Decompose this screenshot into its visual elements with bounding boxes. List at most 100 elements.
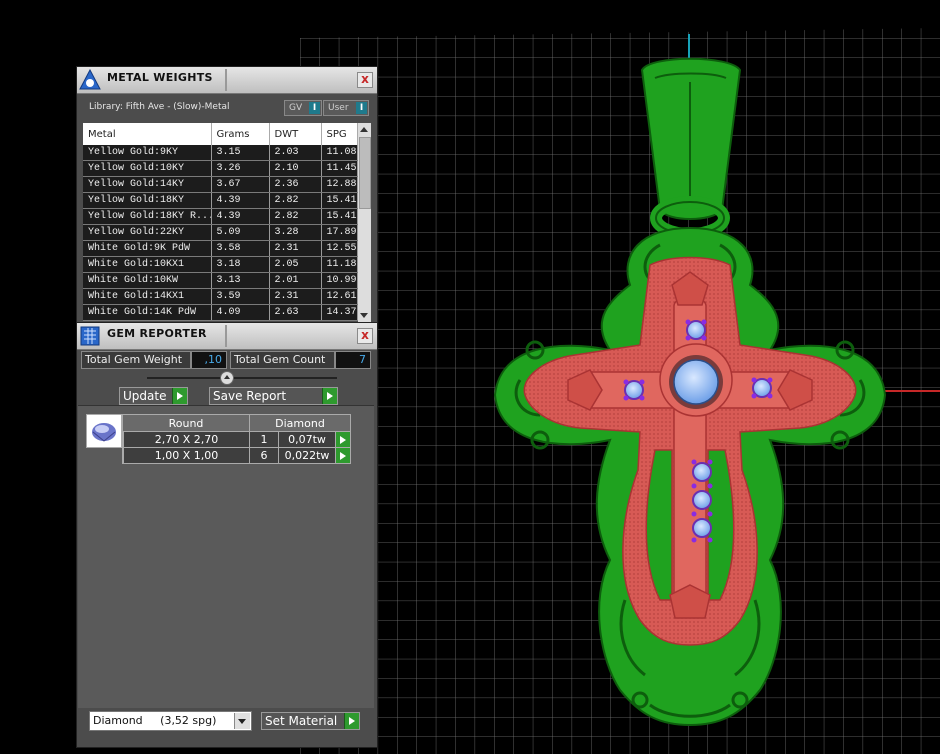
gem-table-row[interactable]: 1,00 X 1,00 6 0,022tw — [121, 447, 351, 464]
library-label: Library: Fifth Ave - (Slow)-Metal — [89, 102, 230, 112]
metal-table-scrollbar[interactable] — [358, 123, 371, 322]
update-button-label: Update — [123, 389, 167, 403]
metal-weights-titlebar[interactable]: METAL WEIGHTS x — [77, 67, 377, 94]
dwt-cell: 2.31 — [269, 240, 322, 257]
gem-table-header: Round Diamond — [122, 414, 351, 432]
metal-table-row[interactable]: Yellow Gold:18KY R... 4.39 2.82 15.41 — [83, 208, 358, 225]
close-metal-weights-button[interactable]: x — [357, 72, 373, 88]
dwt-cell: 2.36 — [269, 176, 322, 193]
metal-name-cell: White Gold:9K PdW — [83, 240, 212, 257]
dwt-cell: 2.63 — [269, 304, 322, 321]
gem-material-header: Diamond — [249, 414, 351, 432]
gem-reporter-title: GEM REPORTER — [107, 327, 207, 340]
spg-cell: 12.61 — [321, 288, 358, 305]
spg-cell: 11.08 — [321, 145, 358, 161]
metal-table-row[interactable]: Yellow Gold:22KY 5.09 3.28 17.89 — [83, 224, 358, 241]
gem-weight-cell: 0,022tw — [278, 447, 336, 464]
gv-toggle-label: GV — [289, 103, 303, 113]
set-material-button[interactable]: Set Material — [261, 712, 360, 730]
metal-name-cell: Yellow Gold:14KY — [83, 176, 212, 193]
scroll-down-icon[interactable] — [360, 313, 368, 318]
grams-cell: 5.09 — [211, 224, 270, 241]
round-diamond-thumbnail[interactable] — [86, 414, 122, 448]
set-material-button-label: Set Material — [265, 714, 338, 728]
dwt-cell: 2.31 — [269, 288, 322, 305]
save-report-button-label: Save Report — [213, 389, 287, 403]
grams-cell: 4.39 — [211, 192, 270, 209]
dwt-cell: 3.28 — [269, 224, 322, 241]
gem-size-cell: 1,00 X 1,00 — [123, 447, 250, 464]
chevron-down-icon[interactable] — [234, 713, 250, 729]
column-header-metal[interactable]: Metal — [83, 123, 212, 145]
metal-name-cell: White Gold:10KX1 — [83, 256, 212, 273]
gem-row-go-button[interactable] — [335, 431, 351, 448]
column-header-grams[interactable]: Grams — [211, 123, 270, 145]
metal-name-cell: Yellow Gold:22KY — [83, 224, 212, 241]
user-toggle-state: I — [356, 102, 367, 114]
dwt-cell: 2.01 — [269, 272, 322, 289]
metal-table-row[interactable]: White Gold:9K PdW 3.58 2.31 12.55 — [83, 240, 358, 257]
dwt-cell: 2.82 — [269, 208, 322, 225]
grams-cell: 3.13 — [211, 272, 270, 289]
grams-cell: 3.67 — [211, 176, 270, 193]
column-header-spg[interactable]: SPG — [321, 123, 358, 145]
gem-size-cell: 2,70 X 2,70 — [123, 431, 250, 448]
spg-cell: 12.55 — [321, 240, 358, 257]
save-report-go-icon — [322, 388, 337, 404]
panel-splitter-handle[interactable] — [220, 371, 234, 385]
metal-weights-title: METAL WEIGHTS — [107, 71, 213, 84]
metal-name-cell: White Gold:14K PdW — [83, 304, 212, 321]
gv-toggle[interactable]: GV I — [284, 100, 322, 116]
metal-table-container: Metal Grams DWT SPG Yellow Gold:9KY 3.15 2… — [83, 123, 371, 322]
update-go-icon — [172, 388, 187, 404]
close-gem-reporter-button[interactable]: x — [357, 328, 373, 344]
grams-cell: 3.18 — [211, 256, 270, 273]
gv-toggle-state: I — [309, 102, 320, 114]
metal-name-cell: Yellow Gold:18KY — [83, 192, 212, 209]
gem-report-area: Round Diamond 2,70 X 2,70 1 0,07tw 1,00 X 1… — [78, 405, 374, 708]
metal-table-row[interactable]: Yellow Gold:18KY 4.39 2.82 15.41 — [83, 192, 358, 209]
spg-cell: 15.41 — [321, 192, 358, 209]
gem-table-row[interactable]: 2,70 X 2,70 1 0,07tw — [121, 431, 351, 448]
column-header-dwt[interactable]: DWT — [269, 123, 322, 145]
set-material-go-icon — [344, 713, 359, 729]
metal-table: Metal Grams DWT SPG Yellow Gold:9KY 3.15 2… — [83, 123, 358, 321]
titlebar-divider — [225, 69, 227, 91]
grams-cell: 3.59 — [211, 288, 270, 305]
metal-table-row[interactable]: White Gold:14K PdW 4.09 2.63 14.37 — [83, 304, 358, 321]
scrollbar-thumb[interactable] — [359, 137, 371, 209]
total-gem-weight-value: ,10 — [191, 351, 227, 369]
save-report-button[interactable]: Save Report — [209, 387, 338, 405]
update-button[interactable]: Update — [119, 387, 188, 405]
dwt-cell: 2.05 — [269, 256, 322, 273]
grams-cell: 3.26 — [211, 160, 270, 177]
user-toggle-label: User — [328, 103, 349, 113]
panel-splitter-track — [147, 377, 337, 379]
total-gem-count-label: Total Gem Count — [234, 353, 326, 366]
gem-count-cell: 6 — [249, 447, 279, 464]
gem-reporter-app-icon — [80, 326, 100, 346]
metal-name-cell: Yellow Gold:18KY R... — [83, 208, 212, 225]
metal-table-row[interactable]: White Gold:14KX1 3.59 2.31 12.61 — [83, 288, 358, 305]
library-row: Library: Fifth Ave - (Slow)-Metal GV I U… — [77, 94, 377, 122]
gem-reporter-titlebar[interactable]: GEM REPORTER x — [77, 323, 377, 350]
total-gem-count-label-box: Total Gem Count — [230, 351, 335, 369]
metal-table-row[interactable]: Yellow Gold:14KY 3.67 2.36 12.88 — [83, 176, 358, 193]
gem-table: Round Diamond 2,70 X 2,70 1 0,07tw 1,00 X 1… — [121, 414, 351, 464]
center-gem — [669, 355, 723, 409]
gem-row-go-button[interactable] — [335, 447, 351, 464]
metal-table-row[interactable]: White Gold:10KX1 3.18 2.05 11.18 — [83, 256, 358, 273]
metal-table-row[interactable]: White Gold:10KW 3.13 2.01 10.99 — [83, 272, 358, 289]
spg-cell: 11.45 — [321, 160, 358, 177]
scroll-up-icon[interactable] — [360, 127, 368, 132]
spg-cell: 15.41 — [321, 208, 358, 225]
gem-reporter-panel: GEM REPORTER x Total Gem Weight ,10 Tota… — [76, 322, 378, 748]
metal-table-row[interactable]: Yellow Gold:9KY 3.15 2.03 11.08 — [83, 145, 358, 161]
spg-cell: 14.37 — [321, 304, 358, 321]
gem-count-cell: 1 — [249, 431, 279, 448]
user-toggle[interactable]: User I — [323, 100, 369, 116]
spg-cell: 17.89 — [321, 224, 358, 241]
material-select[interactable]: Diamond (3,52 spg) — [89, 711, 252, 731]
metal-table-row[interactable]: Yellow Gold:10KY 3.26 2.10 11.45 — [83, 160, 358, 177]
spg-cell: 10.99 — [321, 272, 358, 289]
